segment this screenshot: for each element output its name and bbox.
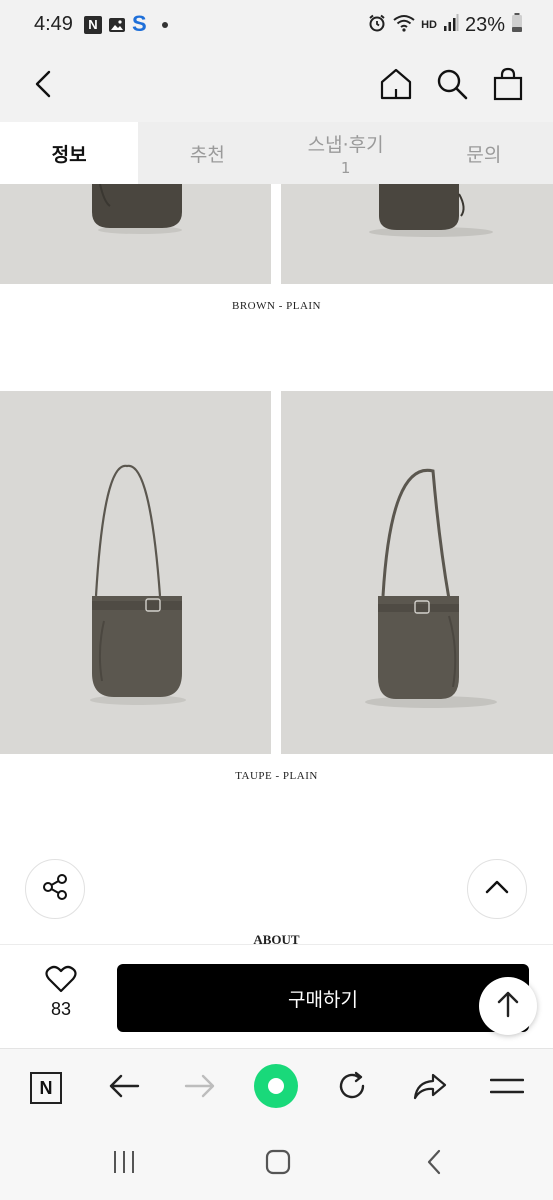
arrow-right-icon: [184, 1073, 216, 1103]
product-photo-taupe-side: [281, 391, 553, 754]
hd-voice-icon: HD: [421, 19, 437, 31]
tab-snap-review-label: 스냅·후기: [307, 133, 384, 156]
chevron-left-icon: [33, 70, 55, 102]
status-right-group: HD 23%: [367, 12, 523, 38]
refresh-icon: [336, 1070, 368, 1106]
green-dot-button[interactable]: [253, 1063, 299, 1113]
arrow-left-icon: [108, 1073, 140, 1103]
like-count: 83: [50, 999, 72, 1019]
like-button[interactable]: 83: [30, 965, 92, 1020]
chevron-left-icon: [426, 1149, 442, 1179]
system-home-button[interactable]: [258, 1144, 298, 1184]
status-bar: 4:49 N S HD 23%: [0, 0, 553, 52]
about-heading: ABOUT: [253, 932, 300, 944]
home-button[interactable]: [372, 62, 420, 110]
battery-percent: 23%: [464, 13, 505, 36]
tab-inquiry-label: 문의: [466, 143, 502, 166]
tab-inquiry[interactable]: 문의: [415, 122, 553, 184]
product-photo-brown-side: [281, 184, 553, 284]
status-time: 4:49: [34, 13, 73, 35]
arrow-up-icon: [496, 990, 520, 1022]
product-tabs: 정보 추천 스냅·후기 1 문의: [0, 122, 553, 184]
tab-snap-review-count: 1: [340, 158, 351, 177]
tab-recommend[interactable]: 추천: [138, 122, 276, 184]
product-photo-taupe-front: [0, 391, 271, 754]
back-button[interactable]: [20, 62, 68, 110]
tab-info-label: 정보: [51, 143, 87, 166]
tab-info[interactable]: 정보: [0, 122, 139, 184]
search-button[interactable]: [428, 62, 476, 110]
scroll-to-top-button[interactable]: [479, 977, 537, 1035]
green-dot-icon: [253, 1063, 299, 1113]
naver-n-icon: N: [30, 1072, 62, 1104]
product-caption-taupe: TAUPE - PLAIN: [235, 770, 318, 782]
more-notifications-dot-icon: [162, 22, 168, 28]
search-icon: [436, 68, 468, 104]
tab-recommend-label: 추천: [189, 143, 225, 166]
naver-notification-icon: N: [84, 16, 102, 34]
naver-home-button[interactable]: N: [23, 1065, 69, 1111]
share-button[interactable]: [25, 859, 85, 919]
product-photo-brown-front: [0, 184, 271, 284]
battery-icon: [511, 13, 523, 37]
heart-icon: [45, 965, 77, 997]
app-header: [0, 52, 553, 122]
signal-icon: [443, 14, 459, 36]
browser-share-button[interactable]: [407, 1065, 453, 1111]
purchase-bar: 83 구매하기: [0, 944, 553, 1048]
browser-back-button[interactable]: [101, 1065, 147, 1111]
system-navigation-bar: [0, 1128, 553, 1200]
browser-toolbar: N: [0, 1048, 553, 1128]
system-back-button[interactable]: [414, 1144, 454, 1184]
wifi-icon: [393, 14, 415, 36]
browser-forward-button[interactable]: [177, 1065, 223, 1111]
share-icon: [40, 872, 70, 906]
alarm-icon: [367, 13, 387, 37]
home-square-icon: [265, 1149, 291, 1179]
recent-apps-button[interactable]: [104, 1144, 144, 1184]
hamburger-menu-icon: [489, 1076, 525, 1100]
chevron-up-icon: [484, 879, 510, 899]
s-notification-icon: S: [132, 11, 147, 36]
cart-button[interactable]: [484, 62, 532, 110]
home-icon: [379, 67, 413, 105]
buy-button-label: 구매하기: [288, 988, 358, 1011]
recent-apps-icon: [112, 1150, 136, 1178]
product-caption-brown: BROWN - PLAIN: [232, 300, 321, 312]
tab-snap-review[interactable]: 스냅·후기 1: [277, 122, 415, 184]
gallery-notification-icon: [108, 16, 126, 34]
share-arrow-icon: [413, 1072, 447, 1104]
scroll-up-button[interactable]: [467, 859, 527, 919]
browser-menu-button[interactable]: [484, 1065, 530, 1111]
shopping-bag-icon: [492, 67, 524, 105]
product-detail-content: BROWN - PLAIN TAUPE - PLAIN ABOUT: [0, 184, 553, 944]
buy-button[interactable]: 구매하기: [117, 964, 529, 1032]
reload-button[interactable]: [329, 1065, 375, 1111]
